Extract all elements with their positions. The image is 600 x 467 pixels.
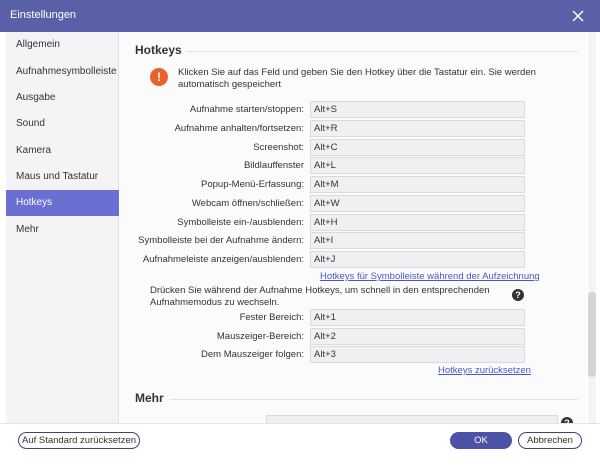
toolbar-hotkeys-link[interactable]: Hotkeys für Symbolleiste während der Auf…	[320, 271, 540, 282]
hotkey-label: Bildlauffenster	[243, 160, 304, 171]
hotkey-input-toolbar-change[interactable]	[310, 232, 525, 249]
hotkey-input-scroll-window[interactable]	[310, 157, 525, 174]
settings-content: Hotkeys ! Klicken Sie auf das Feld und g…	[120, 32, 586, 423]
close-icon[interactable]	[570, 8, 586, 24]
hotkey-input-start-stop[interactable]	[310, 101, 525, 118]
hotkey-label: Mauszeiger-Bereich:	[216, 331, 304, 342]
hotkey-label: Webcam öffnen/schließen:	[191, 198, 304, 209]
hotkey-label: Dem Mauszeiger folgen:	[201, 349, 304, 360]
hotkey-label: Aufnahme starten/stoppen:	[189, 104, 304, 115]
hotkey-label: Symbolleiste bei der Aufnahme ändern:	[138, 235, 304, 246]
sidebar-item-sound[interactable]: Sound	[6, 111, 119, 137]
dialog-footer: Auf Standard zurücksetzen OK Abbrechen	[0, 423, 600, 467]
hotkey-input-screenshot[interactable]	[310, 139, 525, 156]
sidebar-item-allgemein[interactable]: Allgemein	[6, 32, 119, 58]
reset-hotkeys-link[interactable]: Hotkeys zurücksetzen	[438, 365, 531, 376]
hotkeys-info-text: Klicken Sie auf das Feld und geben Sie d…	[178, 67, 536, 90]
cancel-button[interactable]: Abbrechen	[518, 432, 582, 449]
window-title: Einstellungen	[10, 9, 77, 21]
hotkey-label: Fester Bereich:	[239, 312, 304, 323]
hotkey-input-cursor-region[interactable]	[310, 328, 525, 345]
hotkey-input-recording-bar[interactable]	[310, 251, 525, 268]
sidebar-item-kamera[interactable]: Kamera	[6, 138, 119, 164]
reset-defaults-button[interactable]: Auf Standard zurücksetzen	[18, 432, 140, 449]
section-title-hotkeys: Hotkeys	[135, 43, 182, 57]
question-icon[interactable]: ?	[512, 289, 524, 301]
hotkey-input-pause-resume[interactable]	[310, 120, 525, 137]
title-bar: Einstellungen	[0, 0, 600, 32]
sidebar-item-mehr[interactable]: Mehr	[6, 217, 119, 243]
hotkey-input-follow-cursor[interactable]	[310, 346, 525, 363]
exclamation-icon: !	[150, 68, 168, 86]
section-divider	[186, 51, 578, 52]
hotkey-label: Aufnahme anhalten/fortsetzen:	[174, 123, 304, 134]
hotkey-label: Aufnahmeleiste anzeigen/ausblenden:	[142, 254, 304, 265]
sidebar-item-hotkeys[interactable]: Hotkeys	[6, 190, 119, 216]
hotkey-input-popup-menu[interactable]	[310, 176, 525, 193]
mehr-field[interactable]	[266, 415, 558, 423]
hotkey-input-toolbar-toggle[interactable]	[310, 214, 525, 231]
sidebar: Allgemein Aufnahmesymbolleiste Ausgabe S…	[6, 32, 119, 423]
ok-button[interactable]: OK	[450, 432, 512, 449]
sidebar-item-ausgabe[interactable]: Ausgabe	[6, 85, 119, 111]
hotkey-label: Screenshot:	[253, 142, 304, 153]
hotkey-label: Symbolleiste ein-/ausblenden:	[177, 217, 304, 228]
sidebar-item-aufnahmesymbolleiste[interactable]: Aufnahmesymbolleiste	[6, 59, 119, 85]
mode-hint-text: Drücken Sie während der Aufnahme Hotkeys…	[150, 285, 490, 308]
section-divider	[170, 399, 578, 400]
hotkey-input-webcam[interactable]	[310, 195, 525, 212]
sidebar-item-maus-und-tastatur[interactable]: Maus und Tastatur	[6, 164, 119, 190]
hotkey-label: Popup-Menü-Erfassung:	[201, 179, 304, 190]
scrollbar-thumb[interactable]	[588, 292, 596, 377]
hotkey-input-fixed-region[interactable]	[310, 309, 525, 326]
section-title-mehr: Mehr	[135, 391, 164, 405]
